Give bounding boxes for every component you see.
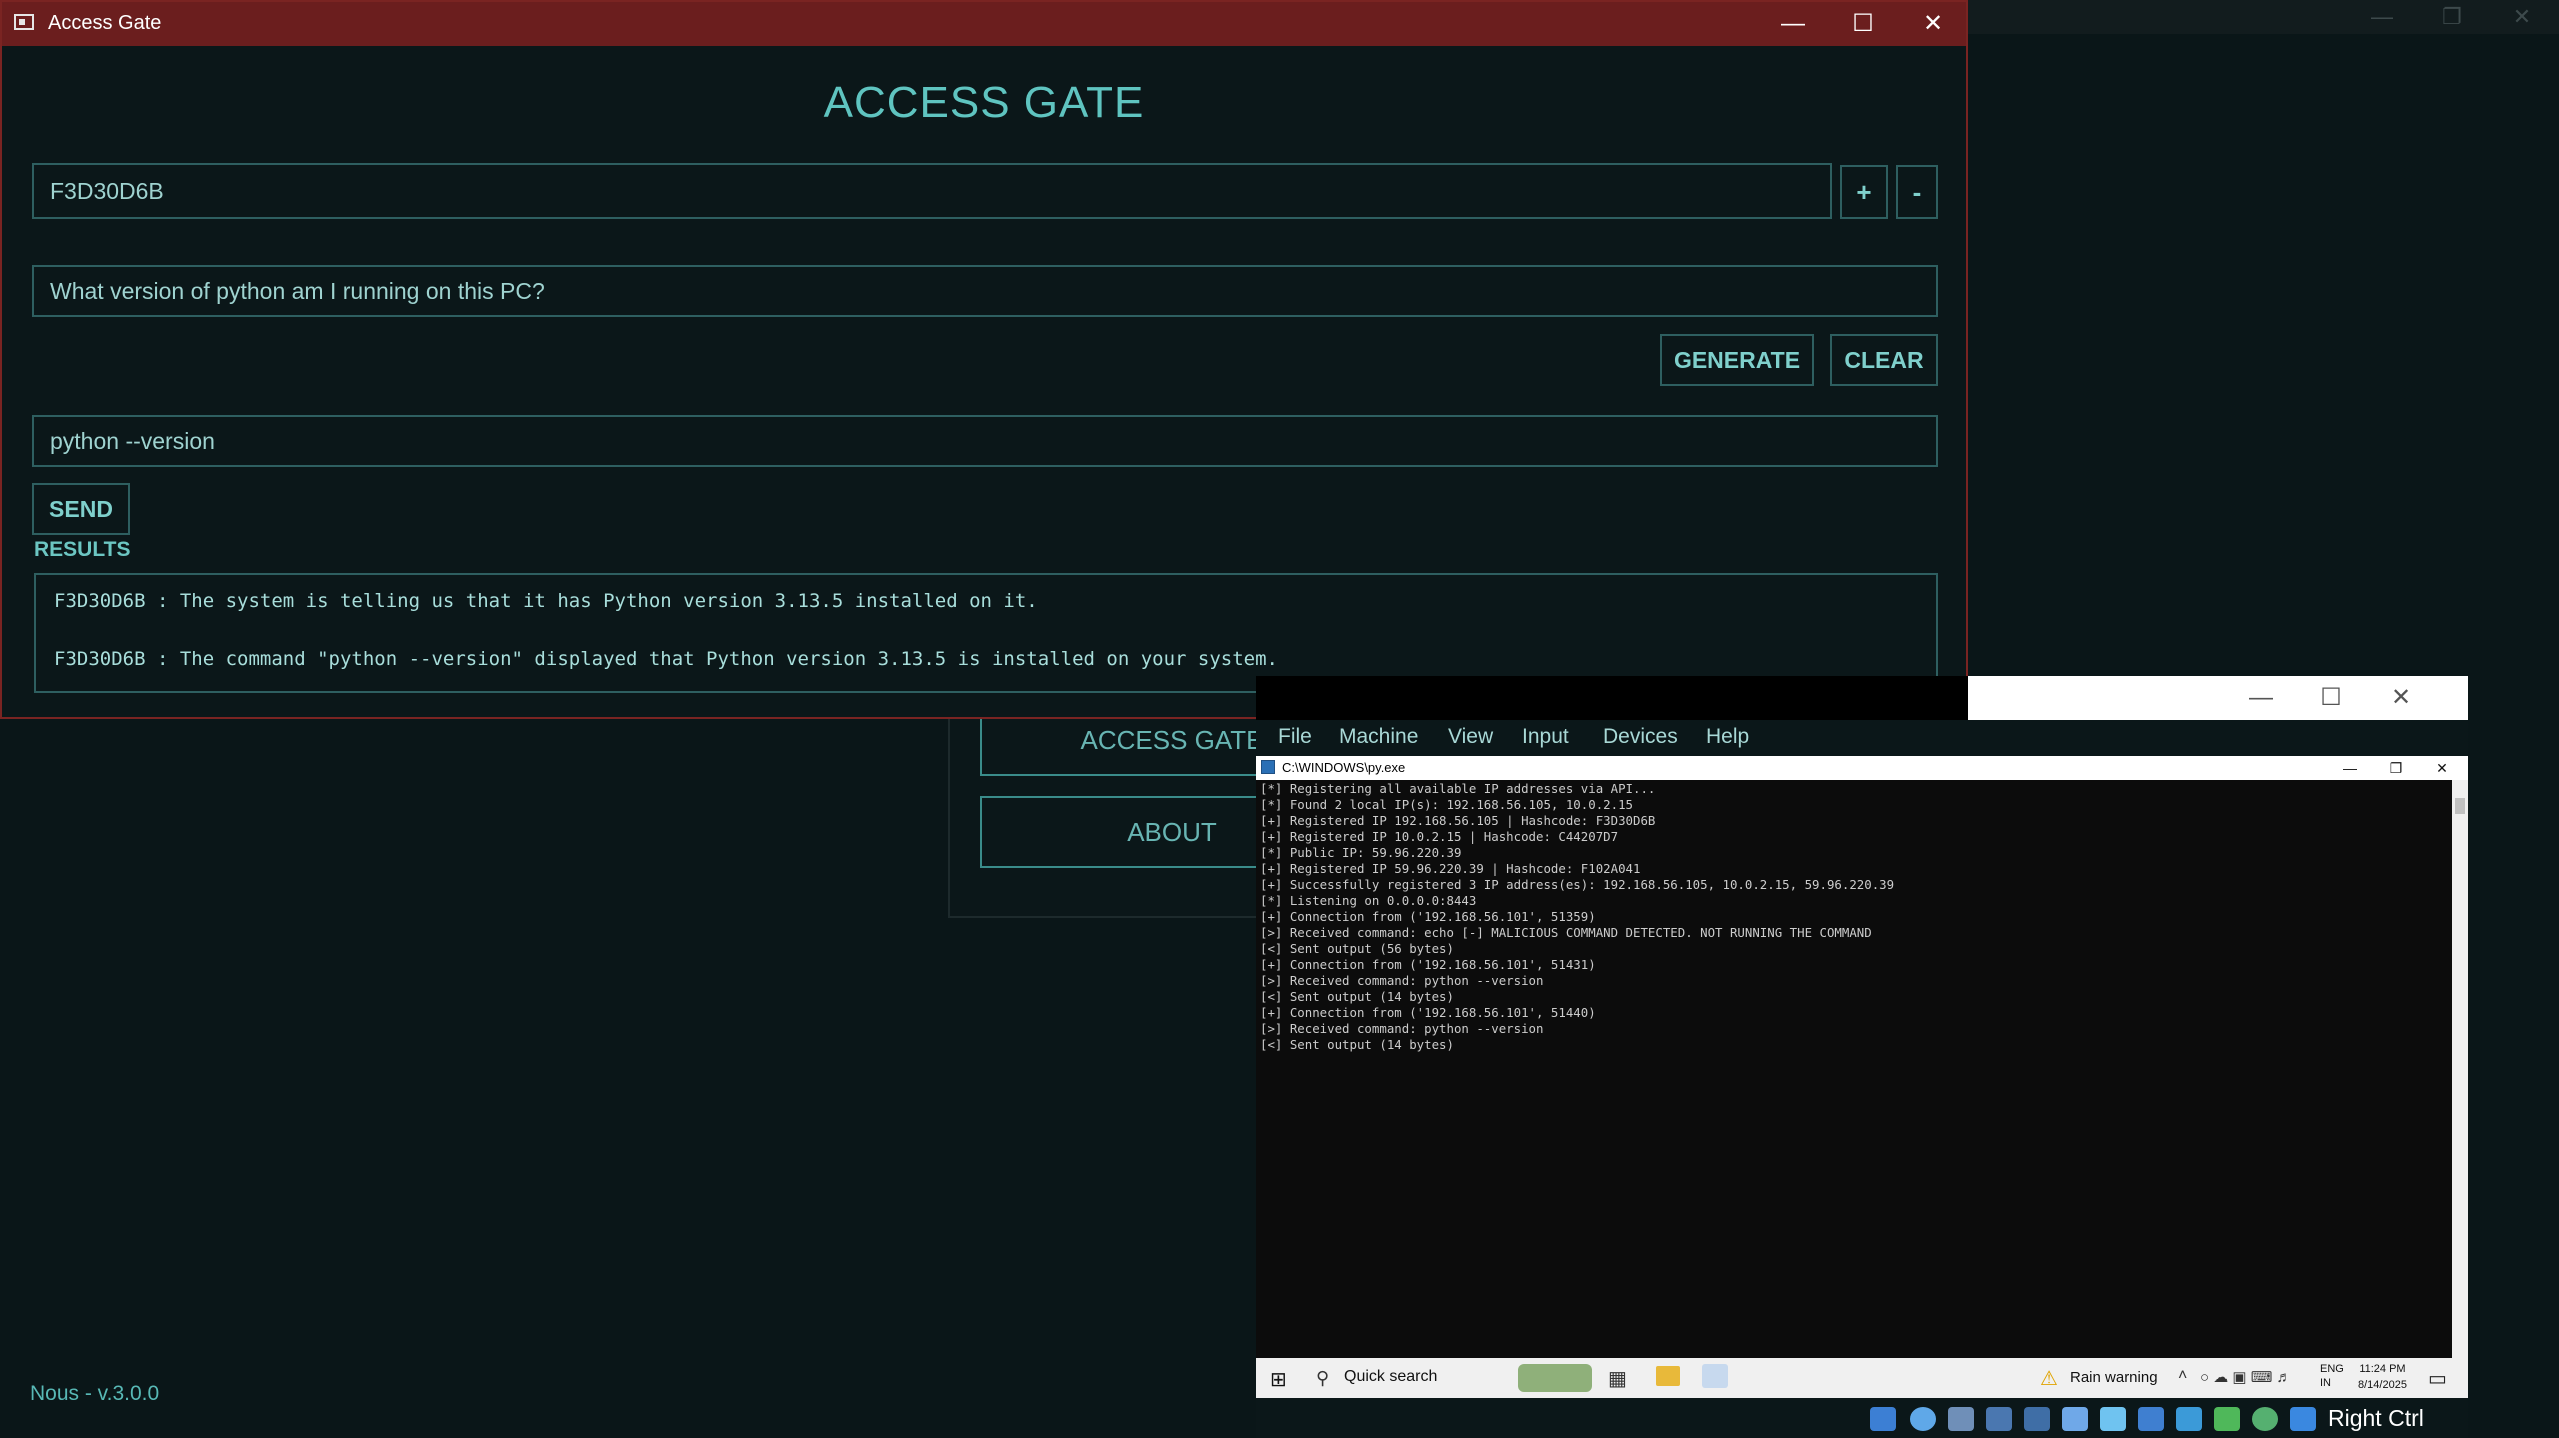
console-title: C:\WINDOWS\py.exe xyxy=(1282,760,1406,775)
search-highlight-image xyxy=(1518,1364,1592,1392)
gate-titlebar: Access Gate — ☐ ✕ xyxy=(2,2,1966,46)
version-label: Nous - v.3.0.0 xyxy=(30,1382,160,1405)
menu-devices[interactable]: Devices xyxy=(1603,725,1678,749)
weather-text[interactable]: Rain warning xyxy=(2070,1369,2158,1386)
access-gate-window: Access Gate — ☐ ✕ ACCESS GATE F3D30D6B +… xyxy=(0,0,1968,719)
console-line: [+] Registered IP 59.96.220.39 | Hashcod… xyxy=(1260,861,1641,876)
bg-minimize-icon[interactable]: — xyxy=(2352,0,2412,34)
vbox-titlebar: — ☐ ✕ xyxy=(1968,676,2468,720)
menu-help[interactable]: Help xyxy=(1706,725,1749,749)
console-line: [*] Public IP: 59.96.220.39 xyxy=(1260,845,1462,860)
console-line: [+] Registered IP 10.0.2.15 | Hashcode: … xyxy=(1260,829,1619,844)
bg-close-icon[interactable]: ✕ xyxy=(2492,0,2552,34)
vbox-statusbar xyxy=(1256,1398,2468,1438)
console-line: [+] Successfully registered 3 IP address… xyxy=(1260,877,1895,892)
vbox-minimize-icon[interactable]: — xyxy=(2226,676,2296,720)
clock[interactable]: 11:24 PM 8/14/2025 xyxy=(2358,1361,2407,1393)
console-taskbar-icon[interactable] xyxy=(1702,1364,1728,1388)
console-line: [+] Connection from ('192.168.56.101', 5… xyxy=(1260,957,1596,972)
display-icon[interactable] xyxy=(2100,1407,2126,1431)
chevron-up-icon[interactable]: ˄ xyxy=(2178,1367,2187,1385)
menu-input[interactable]: Input xyxy=(1522,725,1569,749)
console-line: [+] Registered IP 192.168.56.105 | Hashc… xyxy=(1260,813,1656,828)
bg-restore-icon[interactable]: ❐ xyxy=(2422,0,2482,34)
menu-file[interactable]: File xyxy=(1278,725,1312,749)
warning-icon: ⚠ xyxy=(2040,1368,2058,1390)
network-status-icon[interactable] xyxy=(1870,1407,1896,1431)
usb-icon[interactable] xyxy=(2024,1407,2050,1431)
app-icon xyxy=(14,14,34,30)
clock-time: 11:24 PM xyxy=(2359,1363,2406,1375)
console-app-icon xyxy=(1261,760,1275,774)
send-button[interactable]: SEND xyxy=(32,483,130,535)
console-line: [>] Received command: python --version xyxy=(1260,973,1544,988)
floppy-icon[interactable] xyxy=(1948,1407,1974,1431)
notification-icon[interactable]: ▭ xyxy=(2428,1366,2447,1391)
cpu-icon[interactable] xyxy=(2214,1407,2240,1431)
console-line: [>] Received command: python --version xyxy=(1260,1021,1544,1036)
hashcode-input[interactable]: F3D30D6B xyxy=(32,163,1832,219)
console-line: [<] Sent output (14 bytes) xyxy=(1260,1037,1454,1052)
recording-icon[interactable] xyxy=(2138,1407,2164,1431)
menu-view[interactable]: View xyxy=(1448,725,1493,749)
console-output: [*] Registering all available IP address… xyxy=(1256,780,2452,1358)
language-indicator[interactable]: ENG IN xyxy=(2320,1362,2344,1390)
mouse-integration-icon[interactable] xyxy=(2252,1407,2278,1431)
menu-machine[interactable]: Machine xyxy=(1339,725,1418,749)
task-view-icon[interactable]: ▦ xyxy=(1608,1366,1627,1391)
command-input[interactable]: python --version xyxy=(32,415,1938,467)
minimize-icon[interactable]: — xyxy=(1758,2,1828,46)
vbox-menubar: File Machine View Input Devices Help xyxy=(1256,720,2468,756)
lang-code: ENG xyxy=(2320,1363,2344,1375)
console-line: [<] Sent output (14 bytes) xyxy=(1260,989,1454,1004)
lang-region: IN xyxy=(2320,1377,2331,1389)
search-icon[interactable]: ⚲ xyxy=(1316,1368,1329,1389)
result-line: F3D30D6B : The system is telling us that… xyxy=(54,590,1038,612)
console-close-icon[interactable]: ✕ xyxy=(2420,756,2464,780)
add-hashcode-button[interactable]: + xyxy=(1840,165,1888,219)
tray-icons[interactable]: ○ ☁ ▣ ⌨ ♬ xyxy=(2200,1368,2292,1386)
console-titlebar: C:\WINDOWS\py.exe — ❐ ✕ xyxy=(1256,756,2468,780)
guest-taskbar: ⊞ ⚲ Quick search ▦ ⚠ Rain warning ˄ ○ ☁ … xyxy=(1256,1358,2468,1398)
console-line: [+] Connection from ('192.168.56.101', 5… xyxy=(1260,909,1596,924)
close-icon[interactable]: ✕ xyxy=(1898,2,1968,46)
shared-folder-icon[interactable] xyxy=(2062,1407,2088,1431)
taskbar-search-input[interactable]: Quick search xyxy=(1344,1368,1437,1386)
console-line: [*] Registering all available IP address… xyxy=(1260,781,1656,796)
maximize-icon[interactable]: ☐ xyxy=(1828,2,1898,46)
page-title: ACCESS GATE xyxy=(823,78,1145,127)
clock-date: 8/14/2025 xyxy=(2358,1379,2407,1391)
windows-start-icon[interactable]: ⊞ xyxy=(1270,1367,1287,1392)
vbox-maximize-icon[interactable]: ☐ xyxy=(2296,676,2366,720)
console-scroll-thumb[interactable] xyxy=(2455,798,2465,814)
results-box: F3D30D6B : The system is telling us that… xyxy=(34,573,1938,693)
optical-drive-icon[interactable] xyxy=(1910,1407,1936,1431)
keyboard-capture-icon[interactable] xyxy=(2290,1407,2316,1431)
console-restore-icon[interactable]: ❐ xyxy=(2374,756,2418,780)
console-line: [*] Found 2 local IP(s): 192.168.56.105,… xyxy=(1260,797,1633,812)
file-explorer-icon[interactable] xyxy=(1656,1366,1680,1386)
clear-button[interactable]: CLEAR xyxy=(1830,334,1938,386)
result-line: F3D30D6B : The command "python --version… xyxy=(54,648,1278,670)
host-key-label: Right Ctrl xyxy=(2328,1405,2424,1431)
console-line: [*] Listening on 0.0.0.0:8443 xyxy=(1260,893,1477,908)
console-line: [>] Received command: echo [-] MALICIOUS… xyxy=(1260,925,1872,940)
results-heading: RESULTS xyxy=(34,538,131,561)
console-minimize-icon[interactable]: — xyxy=(2328,756,2372,780)
vbox-close-icon[interactable]: ✕ xyxy=(2366,676,2436,720)
prompt-input[interactable]: What version of python am I running on t… xyxy=(32,265,1938,317)
console-line: [+] Connection from ('192.168.56.101', 5… xyxy=(1260,1005,1596,1020)
remove-hashcode-button[interactable]: - xyxy=(1896,165,1938,219)
capture-icon[interactable] xyxy=(2176,1407,2202,1431)
audio-icon[interactable] xyxy=(1986,1407,2012,1431)
generate-button[interactable]: GENERATE xyxy=(1660,334,1814,386)
console-line: [<] Sent output (56 bytes) xyxy=(1260,941,1454,956)
console-scrollbar[interactable] xyxy=(2452,780,2468,1358)
gate-window-title: Access Gate xyxy=(48,12,162,34)
